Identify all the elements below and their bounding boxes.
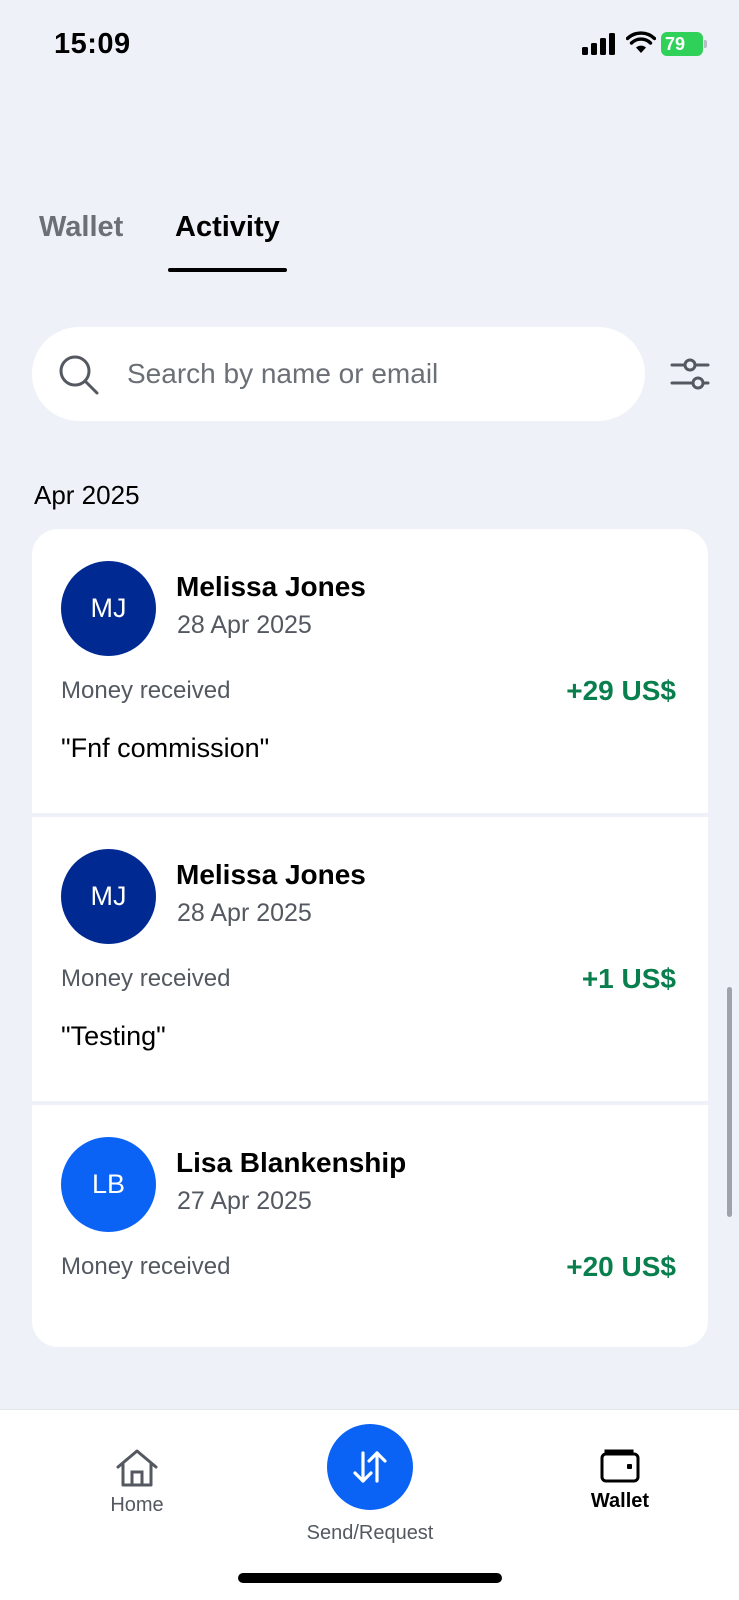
- cellular-signal-icon: [582, 33, 615, 55]
- home-indicator: [238, 1573, 502, 1583]
- battery-level: 79: [661, 32, 703, 56]
- battery-cap: [704, 40, 707, 48]
- active-tab-indicator: [168, 268, 287, 272]
- nav-home[interactable]: Home: [82, 1448, 192, 1528]
- transaction-item[interactable]: MJ Melissa Jones 28 Apr 2025 Money recei…: [32, 529, 708, 818]
- transaction-amount: +20 US$: [566, 1251, 676, 1282]
- send-request-label: Send/Request: [306, 1522, 434, 1544]
- home-icon: [116, 1449, 158, 1487]
- transaction-name: Lisa Blankenship: [176, 1147, 407, 1178]
- wifi-icon: [626, 31, 656, 53]
- filter-icon[interactable]: [670, 356, 710, 392]
- bottom-nav: Home Send/Request Wallet: [0, 1409, 739, 1600]
- transaction-date: 28 Apr 2025: [177, 611, 312, 639]
- battery-icon: 79: [661, 32, 707, 56]
- transaction-note: "Fnf commission": [61, 733, 270, 763]
- transaction-type: Money received: [61, 677, 231, 704]
- transaction-amount: +1 US$: [581, 963, 676, 994]
- status-bar: 15:09 79: [0, 0, 739, 90]
- transaction-note: "Testing": [61, 1021, 166, 1051]
- swap-arrows-icon: [353, 1451, 387, 1483]
- avatar: MJ: [61, 849, 156, 944]
- nav-home-label: Home: [110, 1494, 164, 1516]
- transaction-name: Melissa Jones: [176, 859, 366, 890]
- search-icon: [59, 355, 99, 395]
- transaction-date: 28 Apr 2025: [177, 899, 312, 927]
- transaction-item[interactable]: LB Lisa Blankenship 27 Apr 2025 Money re…: [32, 1105, 708, 1347]
- month-header: Apr 2025: [34, 480, 140, 510]
- transaction-amount: +29 US$: [566, 675, 676, 706]
- transaction-item[interactable]: MJ Melissa Jones 28 Apr 2025 Money recei…: [32, 817, 708, 1106]
- tab-bar: Wallet Activity: [0, 205, 739, 275]
- tab-wallet[interactable]: Wallet: [39, 211, 123, 244]
- tab-activity[interactable]: Activity: [175, 211, 280, 244]
- activity-screen: 15:09 79 Wallet Activity Search by name …: [0, 0, 739, 1600]
- activity-list: MJ Melissa Jones 28 Apr 2025 Money recei…: [32, 529, 708, 1347]
- nav-wallet-label: Wallet: [590, 1490, 650, 1512]
- scrollbar[interactable]: [727, 987, 732, 1217]
- nav-wallet[interactable]: Wallet: [570, 1448, 670, 1528]
- send-request-circle: [327, 1424, 413, 1510]
- wallet-icon: [600, 1449, 640, 1483]
- transaction-name: Melissa Jones: [176, 571, 366, 602]
- status-time: 15:09: [54, 28, 131, 60]
- search-input[interactable]: [127, 327, 607, 421]
- transaction-date: 27 Apr 2025: [177, 1187, 312, 1215]
- search-bar: [32, 327, 645, 421]
- avatar: LB: [61, 1137, 156, 1232]
- transaction-type: Money received: [61, 1253, 231, 1280]
- avatar: MJ: [61, 561, 156, 656]
- send-request-button[interactable]: Send/Request: [290, 1424, 450, 1554]
- transaction-type: Money received: [61, 965, 231, 992]
